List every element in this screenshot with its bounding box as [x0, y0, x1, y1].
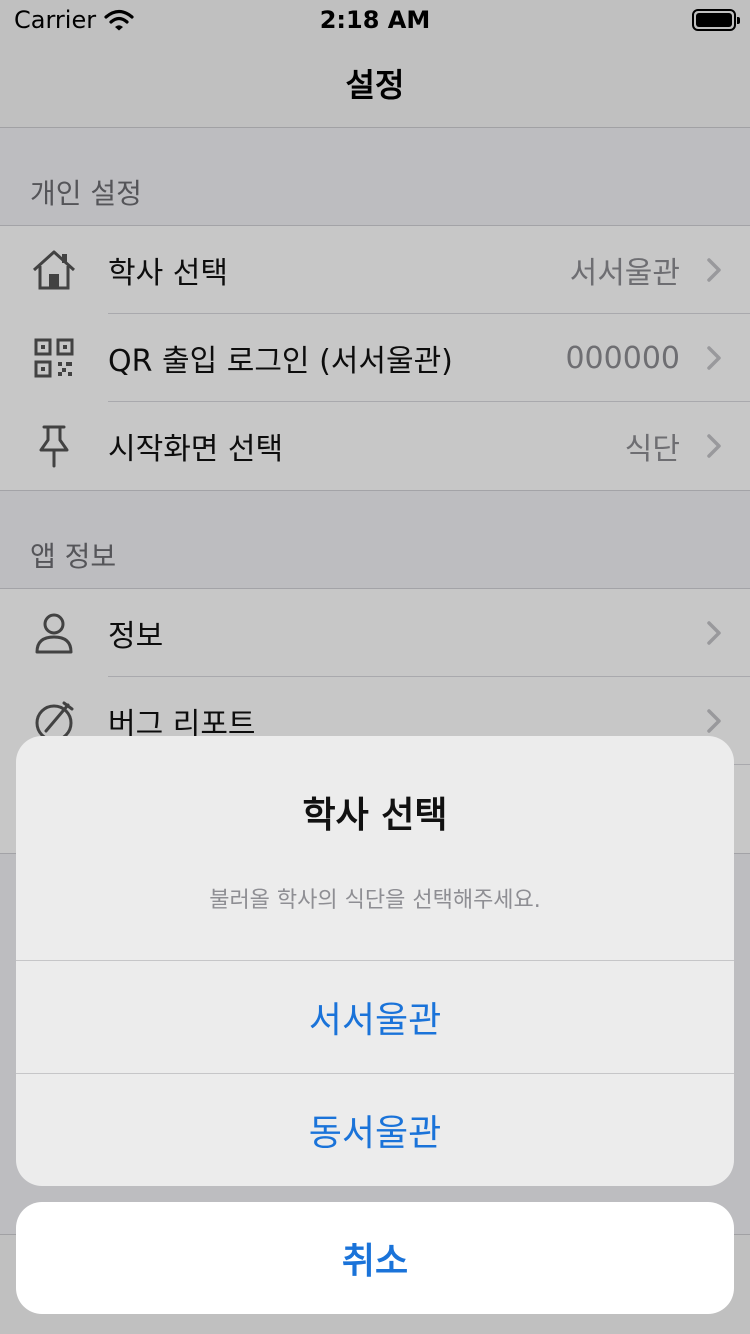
option-button-west[interactable]: 서서울관	[16, 960, 734, 1073]
cancel-button[interactable]: 취소	[16, 1202, 734, 1314]
action-sheet-title: 학사 선택	[302, 795, 448, 836]
action-sheet: 학사 선택 불러올 학사의 식단을 선택해주세요. 서서울관 동서울관	[16, 736, 734, 1186]
option-button-east[interactable]: 동서울관	[16, 1073, 734, 1186]
action-sheet-message: 불러올 학사의 식단을 선택해주세요.	[209, 888, 541, 913]
